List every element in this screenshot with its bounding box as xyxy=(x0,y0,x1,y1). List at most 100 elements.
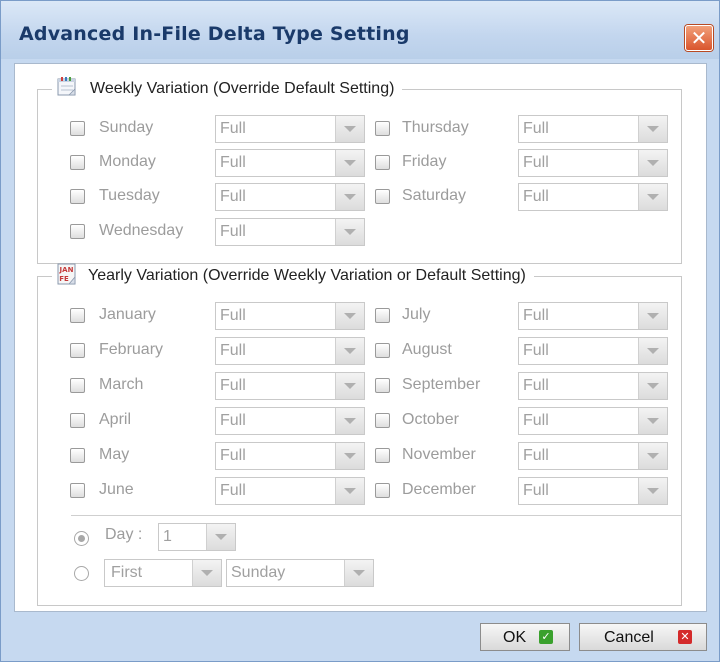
dialog-content: Weekly Variation (Override Default Setti… xyxy=(14,63,707,612)
august-checkbox[interactable] xyxy=(375,343,390,358)
september-label: September xyxy=(402,376,481,393)
chevron-down-icon[interactable] xyxy=(335,338,364,364)
chevron-down-icon[interactable] xyxy=(335,303,364,329)
june-delta-value: Full xyxy=(220,482,246,499)
friday-checkbox[interactable] xyxy=(375,155,390,170)
chevron-down-icon[interactable] xyxy=(638,408,667,434)
monday-label: Monday xyxy=(99,153,156,170)
chevron-down-icon[interactable] xyxy=(638,303,667,329)
october-delta-select[interactable]: Full xyxy=(518,407,668,435)
october-label: October xyxy=(402,411,459,428)
may-delta-select[interactable]: Full xyxy=(215,442,365,470)
september-checkbox[interactable] xyxy=(375,378,390,393)
august-delta-select[interactable]: Full xyxy=(518,337,668,365)
sunday-delta-select[interactable]: Full xyxy=(215,115,365,143)
december-checkbox[interactable] xyxy=(375,483,390,498)
ordinal-select[interactable]: First xyxy=(104,559,222,587)
thursday-checkbox[interactable] xyxy=(375,121,390,136)
chevron-down-icon[interactable] xyxy=(335,184,364,210)
sunday-checkbox[interactable] xyxy=(70,121,85,136)
cancel-button[interactable]: Cancel ✕ xyxy=(579,623,707,651)
january-delta-select[interactable]: Full xyxy=(215,302,365,330)
chevron-down-icon[interactable] xyxy=(335,150,364,176)
chevron-down-icon[interactable] xyxy=(335,478,364,504)
october-checkbox[interactable] xyxy=(375,413,390,428)
chevron-down-icon[interactable] xyxy=(638,373,667,399)
april-checkbox[interactable] xyxy=(70,413,85,428)
wednesday-checkbox[interactable] xyxy=(70,224,85,239)
february-delta-value: Full xyxy=(220,342,246,359)
title-bar[interactable]: Advanced In-File Delta Type Setting ✕ xyxy=(1,1,719,59)
weekday-select[interactable]: Sunday xyxy=(226,559,374,587)
may-checkbox[interactable] xyxy=(70,448,85,463)
chevron-down-icon[interactable] xyxy=(638,443,667,469)
january-checkbox[interactable] xyxy=(70,308,85,323)
chevron-down-icon[interactable] xyxy=(192,560,221,586)
friday-delta-value: Full xyxy=(523,154,549,171)
july-label: July xyxy=(402,306,431,323)
ordinal-value: First xyxy=(111,564,143,581)
friday-delta-select[interactable]: Full xyxy=(518,149,668,177)
chevron-down-icon[interactable] xyxy=(335,219,364,245)
chevron-down-icon[interactable] xyxy=(638,338,667,364)
day-label: Day : xyxy=(105,526,143,543)
chevron-down-icon[interactable] xyxy=(344,560,373,586)
chevron-down-icon[interactable] xyxy=(638,184,667,210)
july-delta-select[interactable]: Full xyxy=(518,302,668,330)
chevron-down-icon[interactable] xyxy=(638,150,667,176)
tuesday-delta-select[interactable]: Full xyxy=(215,183,365,211)
yearly-legend: JAN FE Yearly Variation (Override Weekly… xyxy=(52,263,534,285)
april-delta-select[interactable]: Full xyxy=(215,407,365,435)
april-delta-value: Full xyxy=(220,412,246,429)
june-checkbox[interactable] xyxy=(70,483,85,498)
july-delta-value: Full xyxy=(523,307,549,324)
weekday-radio[interactable] xyxy=(74,566,89,581)
march-delta-select[interactable]: Full xyxy=(215,372,365,400)
wednesday-delta-value: Full xyxy=(220,223,246,240)
sunday-label: Sunday xyxy=(99,119,154,136)
december-delta-select[interactable]: Full xyxy=(518,477,668,505)
june-delta-select[interactable]: Full xyxy=(215,477,365,505)
saturday-checkbox[interactable] xyxy=(375,189,390,204)
yearly-legend-text: Yearly Variation (Override Weekly Variat… xyxy=(88,267,526,285)
monday-delta-select[interactable]: Full xyxy=(215,149,365,177)
chevron-down-icon[interactable] xyxy=(206,524,235,550)
tuesday-label: Tuesday xyxy=(99,187,160,204)
march-label: March xyxy=(99,376,144,393)
tuesday-checkbox[interactable] xyxy=(70,189,85,204)
close-button[interactable]: ✕ xyxy=(685,25,713,51)
saturday-delta-select[interactable]: Full xyxy=(518,183,668,211)
september-delta-select[interactable]: Full xyxy=(518,372,668,400)
delta-type-dialog: Advanced In-File Delta Type Setting ✕ We… xyxy=(0,0,720,662)
chevron-down-icon[interactable] xyxy=(335,408,364,434)
day-number-select[interactable]: 1 xyxy=(158,523,236,551)
january-delta-value: Full xyxy=(220,307,246,324)
february-delta-select[interactable]: Full xyxy=(215,337,365,365)
march-delta-value: Full xyxy=(220,377,246,394)
december-delta-value: Full xyxy=(523,482,549,499)
november-delta-select[interactable]: Full xyxy=(518,442,668,470)
thursday-delta-select[interactable]: Full xyxy=(518,115,668,143)
sunday-delta-value: Full xyxy=(220,120,246,137)
chevron-down-icon[interactable] xyxy=(335,116,364,142)
wednesday-label: Wednesday xyxy=(99,222,184,239)
cancel-label: Cancel xyxy=(604,629,654,646)
chevron-down-icon[interactable] xyxy=(335,443,364,469)
monday-checkbox[interactable] xyxy=(70,155,85,170)
calendar-month-icon: JAN FE xyxy=(57,263,76,285)
day-radio[interactable] xyxy=(74,531,89,546)
february-checkbox[interactable] xyxy=(70,343,85,358)
ok-button[interactable]: OK ✓ xyxy=(480,623,570,651)
wednesday-delta-select[interactable]: Full xyxy=(215,218,365,246)
x-icon: ✕ xyxy=(678,630,692,644)
chevron-down-icon[interactable] xyxy=(638,116,667,142)
chevron-down-icon[interactable] xyxy=(335,373,364,399)
october-delta-value: Full xyxy=(523,412,549,429)
july-checkbox[interactable] xyxy=(375,308,390,323)
february-label: February xyxy=(99,341,164,358)
day-number-value: 1 xyxy=(163,528,172,545)
chevron-down-icon[interactable] xyxy=(638,478,667,504)
march-checkbox[interactable] xyxy=(70,378,85,393)
november-checkbox[interactable] xyxy=(375,448,390,463)
may-label: May xyxy=(99,446,130,463)
